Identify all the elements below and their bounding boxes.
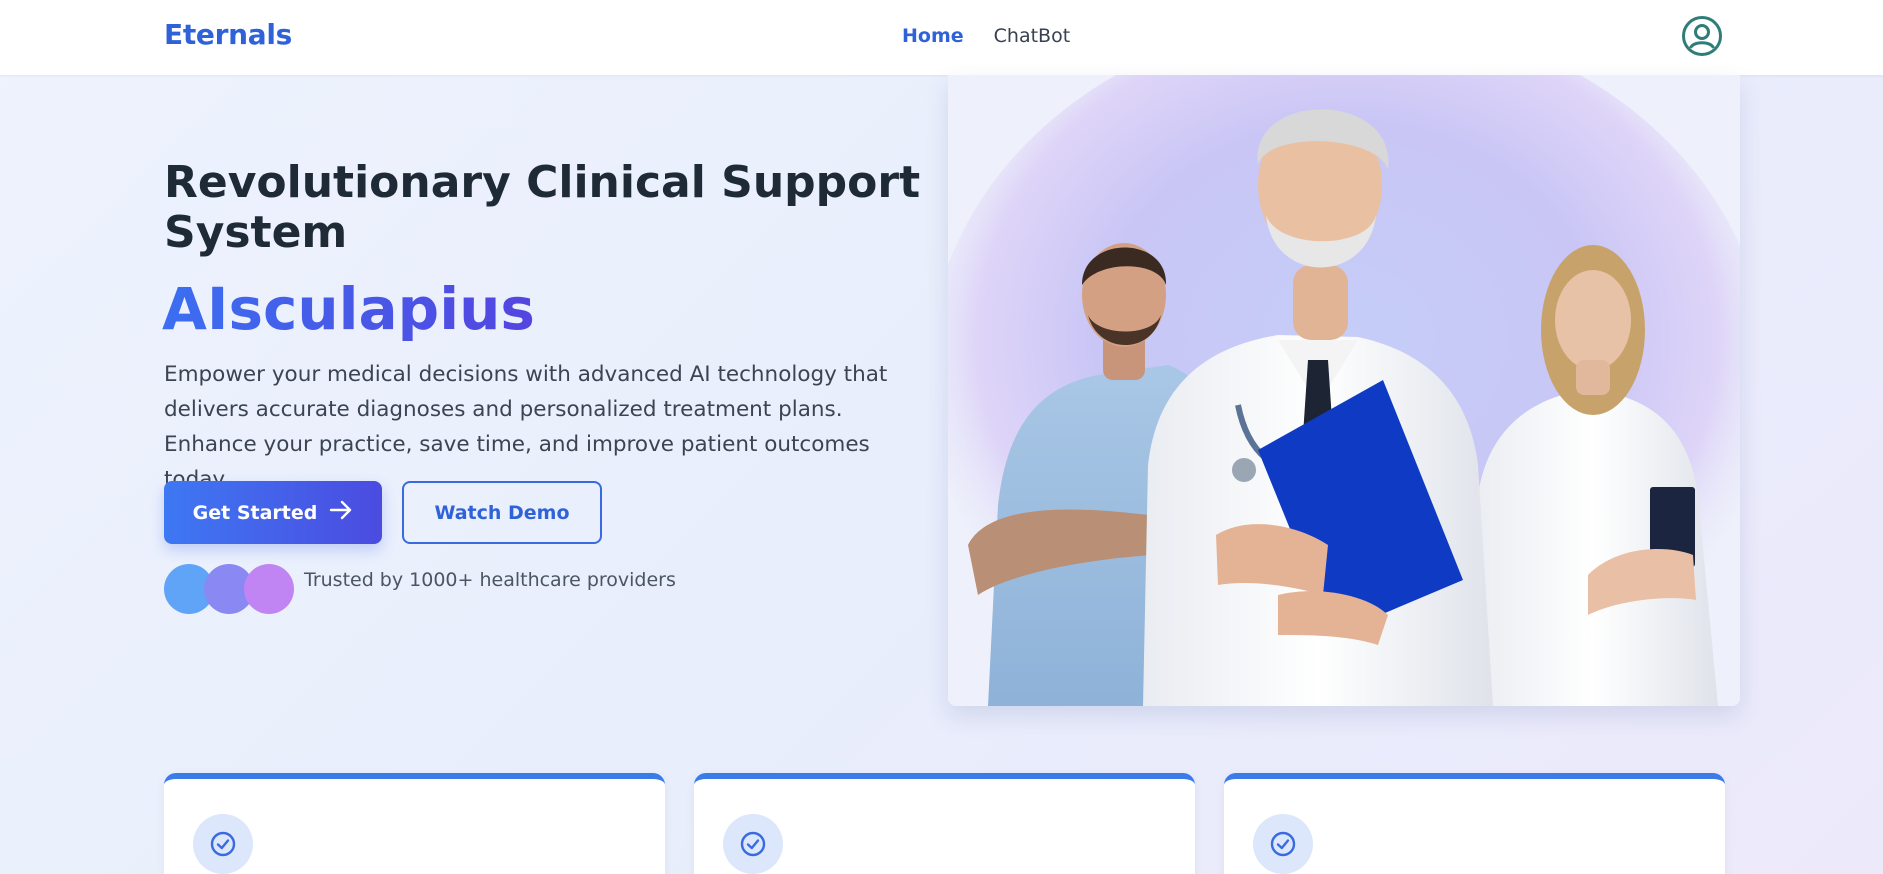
- top-navbar: Eternals Home ChatBot: [0, 0, 1883, 75]
- check-circle-icon: [723, 814, 783, 874]
- hero-description: Empower your medical decisions with adva…: [164, 362, 888, 492]
- page: Eternals Home ChatBot Revolutionary Clin…: [0, 0, 1883, 874]
- get-started-label: Get Started: [192, 501, 318, 524]
- brand-logo[interactable]: Eternals: [164, 18, 292, 51]
- avatar-stack: [164, 564, 294, 614]
- nav-link-home[interactable]: Home: [902, 25, 964, 47]
- feature-card: [164, 773, 665, 874]
- arrow-right-icon: [329, 500, 353, 525]
- nav-link-chatbot[interactable]: ChatBot: [994, 25, 1071, 47]
- feature-card: [1224, 773, 1725, 874]
- hero-doctors-image: [948, 75, 1740, 706]
- user-circle-icon[interactable]: [1681, 15, 1723, 57]
- hero-product-name: AIsculapius: [162, 275, 535, 343]
- check-circle-icon: [193, 814, 253, 874]
- watch-demo-button[interactable]: Watch Demo: [402, 481, 602, 544]
- feature-card: [694, 773, 1195, 874]
- hero-title: Revolutionary Clinical Support System: [164, 157, 921, 258]
- avatar: [244, 564, 294, 614]
- get-started-button[interactable]: Get Started: [164, 481, 382, 544]
- trusted-by-text: Trusted by 1000+ healthcare providers: [304, 569, 676, 591]
- check-circle-icon: [1253, 814, 1313, 874]
- nav-links: Home ChatBot: [902, 25, 1070, 47]
